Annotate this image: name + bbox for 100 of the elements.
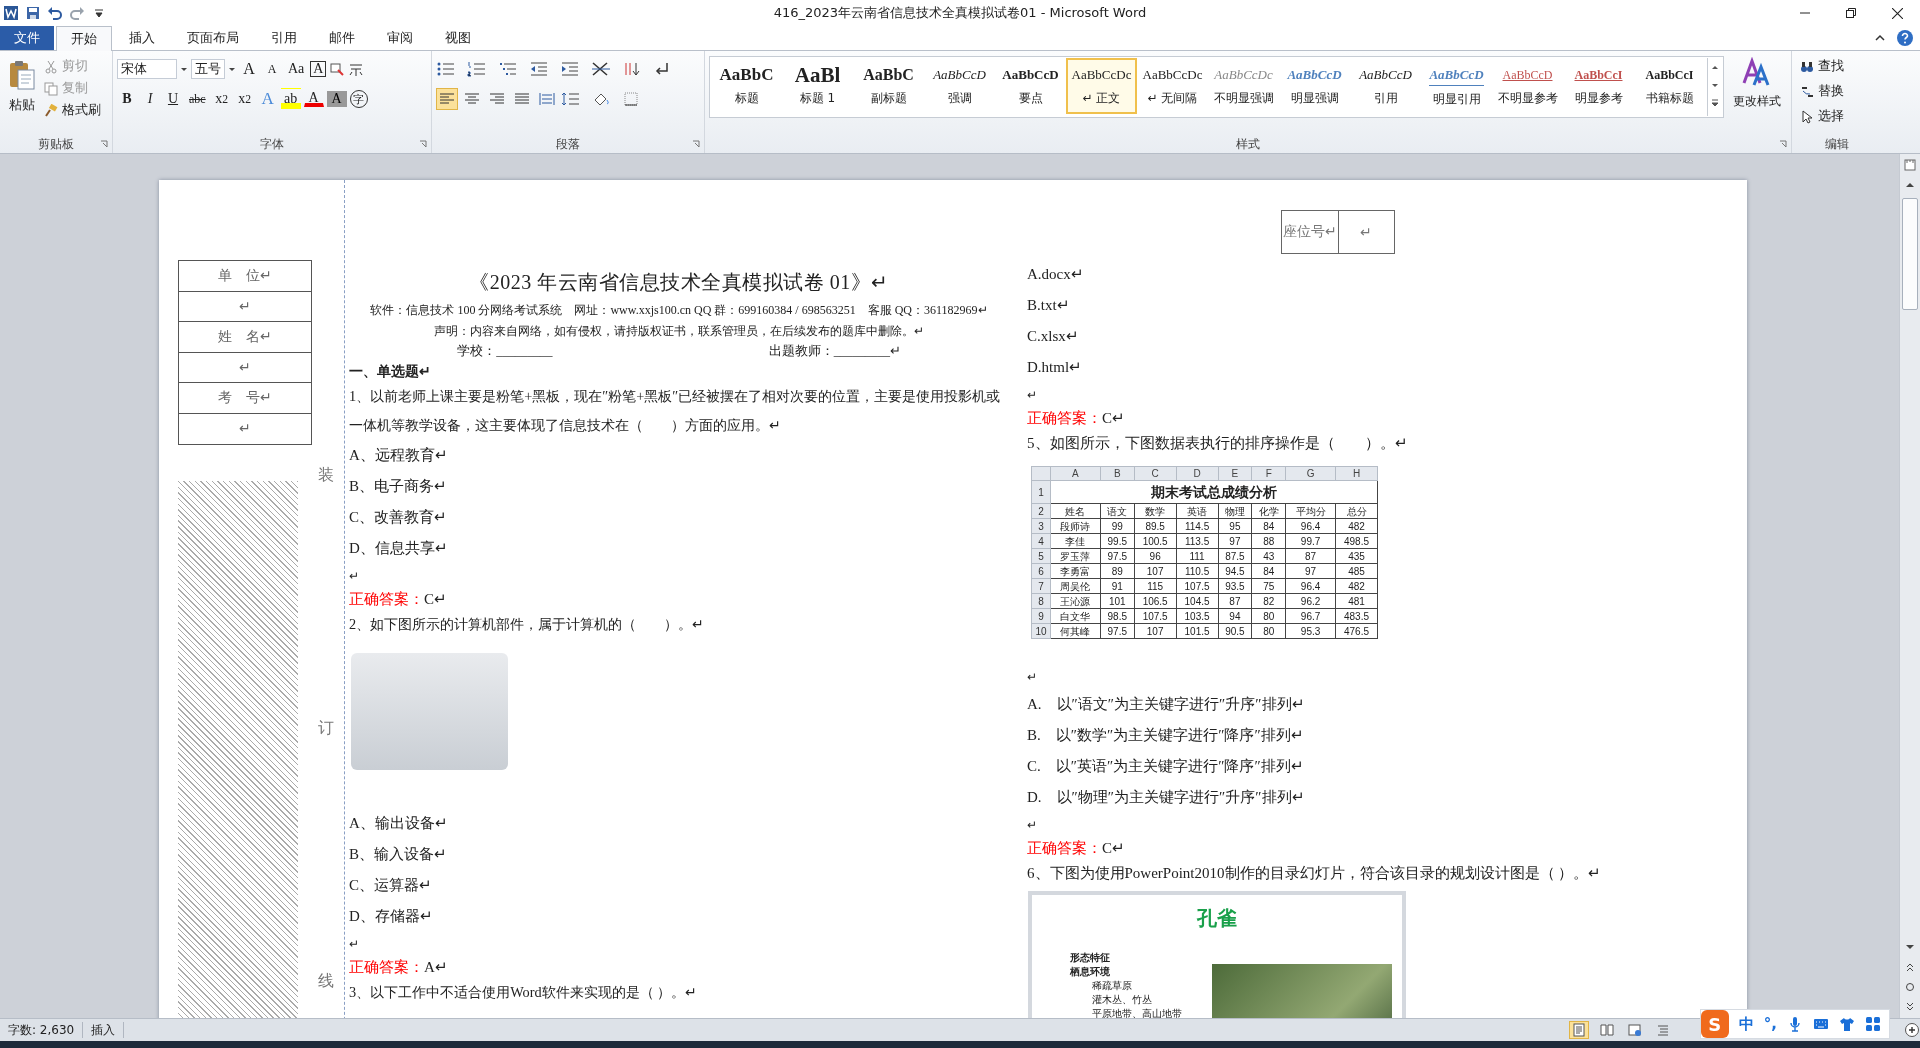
phonetic-guide-icon[interactable] bbox=[348, 61, 365, 77]
view-print-button[interactable] bbox=[1569, 1021, 1589, 1039]
ribbon-tab[interactable]: 页面布局 bbox=[172, 26, 254, 50]
ribbon-tab[interactable]: 审阅 bbox=[372, 26, 428, 50]
column-header: G bbox=[1285, 466, 1336, 481]
table-cell-text: 座位号↵ bbox=[1282, 223, 1338, 241]
paste-button[interactable]: 粘贴 bbox=[2, 54, 42, 135]
view-read-button[interactable] bbox=[1597, 1021, 1617, 1039]
ribbon-tab[interactable]: 插入 bbox=[114, 26, 170, 50]
vertical-scrollbar[interactable] bbox=[1899, 154, 1920, 1018]
style-item[interactable]: AaBbCcDc ↵ 正文 bbox=[1066, 58, 1137, 114]
ribbon-tab[interactable]: 文件 bbox=[0, 26, 54, 50]
clipboard-button[interactable]: 格式刷 bbox=[40, 100, 105, 121]
style-item[interactable]: AaBbCcD 要点 bbox=[995, 58, 1066, 114]
table-cell: 104.5 bbox=[1176, 593, 1218, 609]
clear-format-icon[interactable] bbox=[329, 61, 346, 77]
table-cell: 483.5 bbox=[1335, 608, 1378, 624]
table-cell: 107 bbox=[1134, 563, 1177, 579]
scrollbar-thumb[interactable] bbox=[1902, 198, 1918, 310]
option-text: D、存储器↵ bbox=[349, 907, 434, 926]
column-header: A bbox=[1050, 466, 1101, 481]
font-tool-button[interactable]: Aa bbox=[285, 58, 308, 80]
ribbon-tab[interactable]: 视图 bbox=[430, 26, 486, 50]
table-cell: 101 bbox=[1100, 593, 1135, 609]
font-size-field[interactable]: 五号 bbox=[191, 59, 225, 79]
style-item[interactable]: AaBl 标题 1 bbox=[782, 58, 853, 114]
microphone-icon[interactable] bbox=[1787, 1016, 1803, 1032]
bullets-icon[interactable] bbox=[436, 61, 456, 77]
style-item[interactable]: AaBbC 标题 bbox=[711, 58, 782, 114]
paragraph-mark: ↵ bbox=[349, 936, 360, 953]
style-item[interactable]: AaBbC 副标题 bbox=[853, 58, 924, 114]
style-item[interactable]: AaBbCcD 明显引用 bbox=[1421, 58, 1492, 114]
punctuation-toggle[interactable]: °, bbox=[1763, 1015, 1777, 1033]
style-item[interactable]: AaBbCcI 书籍标题 bbox=[1634, 58, 1705, 114]
font-tool-button[interactable]: U bbox=[163, 88, 183, 110]
table-cell: 97 bbox=[1218, 533, 1252, 549]
table-cell: 80 bbox=[1251, 623, 1286, 639]
indent-icon[interactable] bbox=[560, 61, 580, 77]
style-item[interactable]: AaBbCcD 明显强调 bbox=[1279, 58, 1350, 114]
style-item[interactable]: AaBbCcI 明显参考 bbox=[1563, 58, 1634, 114]
outdent-icon[interactable] bbox=[529, 61, 549, 77]
font-tool-button[interactable]: I bbox=[140, 88, 160, 110]
font-tool-button[interactable]: A bbox=[310, 61, 327, 77]
column-header: H bbox=[1335, 466, 1378, 481]
spacing-icon[interactable] bbox=[561, 91, 581, 107]
dropdown-caret-icon[interactable] bbox=[228, 65, 236, 73]
editing-button[interactable]: 查找 bbox=[1796, 56, 1878, 77]
help-icon[interactable] bbox=[1896, 29, 1914, 47]
style-item[interactable]: AaBbCcD 引用 bbox=[1350, 58, 1421, 114]
paragraph-mark: ↵ bbox=[1027, 387, 1038, 404]
redo-icon[interactable] bbox=[69, 5, 85, 21]
ribbon-tab[interactable]: 引用 bbox=[256, 26, 312, 50]
word-count-text[interactable]: 字数: 2,630 bbox=[8, 1021, 75, 1039]
align-left-button[interactable] bbox=[436, 88, 458, 110]
table-header: 数学 bbox=[1134, 503, 1177, 519]
font-tool-button[interactable]: A bbox=[326, 91, 347, 107]
undo-icon[interactable] bbox=[47, 5, 63, 21]
insert-mode-text[interactable]: 插入 bbox=[91, 1021, 116, 1039]
table-cell: 107.5 bbox=[1134, 608, 1177, 624]
option-text: D.html↵ bbox=[1027, 358, 1084, 377]
dropdown-caret-icon[interactable] bbox=[180, 65, 188, 73]
ruler-icon[interactable] bbox=[1903, 158, 1917, 172]
grid-icon[interactable] bbox=[1865, 1016, 1881, 1032]
style-item[interactable]: AaBbCcD 强调 bbox=[924, 58, 995, 114]
browse-object-icon[interactable] bbox=[1903, 980, 1917, 994]
style-item[interactable]: AaBbCcDc 不明显强调 bbox=[1208, 58, 1279, 114]
table-cell: 498.5 bbox=[1335, 533, 1378, 549]
editing-button[interactable]: 选择 bbox=[1796, 106, 1878, 127]
keyboard-icon[interactable] bbox=[1813, 1016, 1829, 1032]
style-item[interactable]: AaBbCcDc ↵ 无间隔 bbox=[1137, 58, 1208, 114]
question-text: 3、以下工作中不适合使用Word软件来实现的是（ ）。↵ bbox=[349, 983, 699, 1002]
ribbon-tab[interactable]: 邮件 bbox=[314, 26, 370, 50]
multilevel-icon[interactable] bbox=[498, 61, 518, 77]
font-tool-button[interactable]: abc bbox=[186, 88, 209, 110]
style-item[interactable]: AaBbCcD 不明显参考 bbox=[1492, 58, 1563, 114]
table-cell: 87 bbox=[1285, 548, 1336, 564]
editing-button[interactable]: 替换 bbox=[1796, 81, 1878, 102]
align-justify-icon bbox=[514, 92, 530, 106]
dialog-launcher-icon[interactable] bbox=[100, 140, 108, 148]
font-tool-button[interactable]: A bbox=[239, 58, 259, 80]
zoom-in-icon[interactable] bbox=[1904, 1022, 1920, 1038]
table-cell: 李佳 bbox=[1050, 533, 1101, 549]
dialog-launcher-icon[interactable] bbox=[1779, 140, 1787, 148]
change-styles-button[interactable]: 更改样式 bbox=[1728, 54, 1786, 135]
shading-icon[interactable] bbox=[592, 91, 612, 107]
font-tool-button[interactable]: A bbox=[303, 91, 324, 107]
font-tool-button[interactable]: B bbox=[117, 88, 137, 110]
save-icon[interactable] bbox=[25, 5, 41, 21]
font-tool-button[interactable]: A bbox=[262, 58, 282, 80]
layout-icon[interactable] bbox=[591, 61, 611, 77]
language-toggle[interactable]: 中 bbox=[1738, 1014, 1754, 1034]
dialog-launcher-icon[interactable] bbox=[419, 140, 427, 148]
font-tool-button[interactable]: ab bbox=[280, 88, 301, 110]
shirt-icon[interactable] bbox=[1839, 1016, 1855, 1032]
dialog-launcher-icon[interactable] bbox=[692, 140, 700, 148]
table-header: 物理 bbox=[1218, 503, 1252, 519]
numbering-icon[interactable] bbox=[467, 61, 487, 77]
font-family-field[interactable]: 宋体 bbox=[117, 59, 177, 79]
sort-icon[interactable] bbox=[622, 61, 642, 77]
ribbon-tab[interactable]: 开始 bbox=[56, 26, 112, 51]
